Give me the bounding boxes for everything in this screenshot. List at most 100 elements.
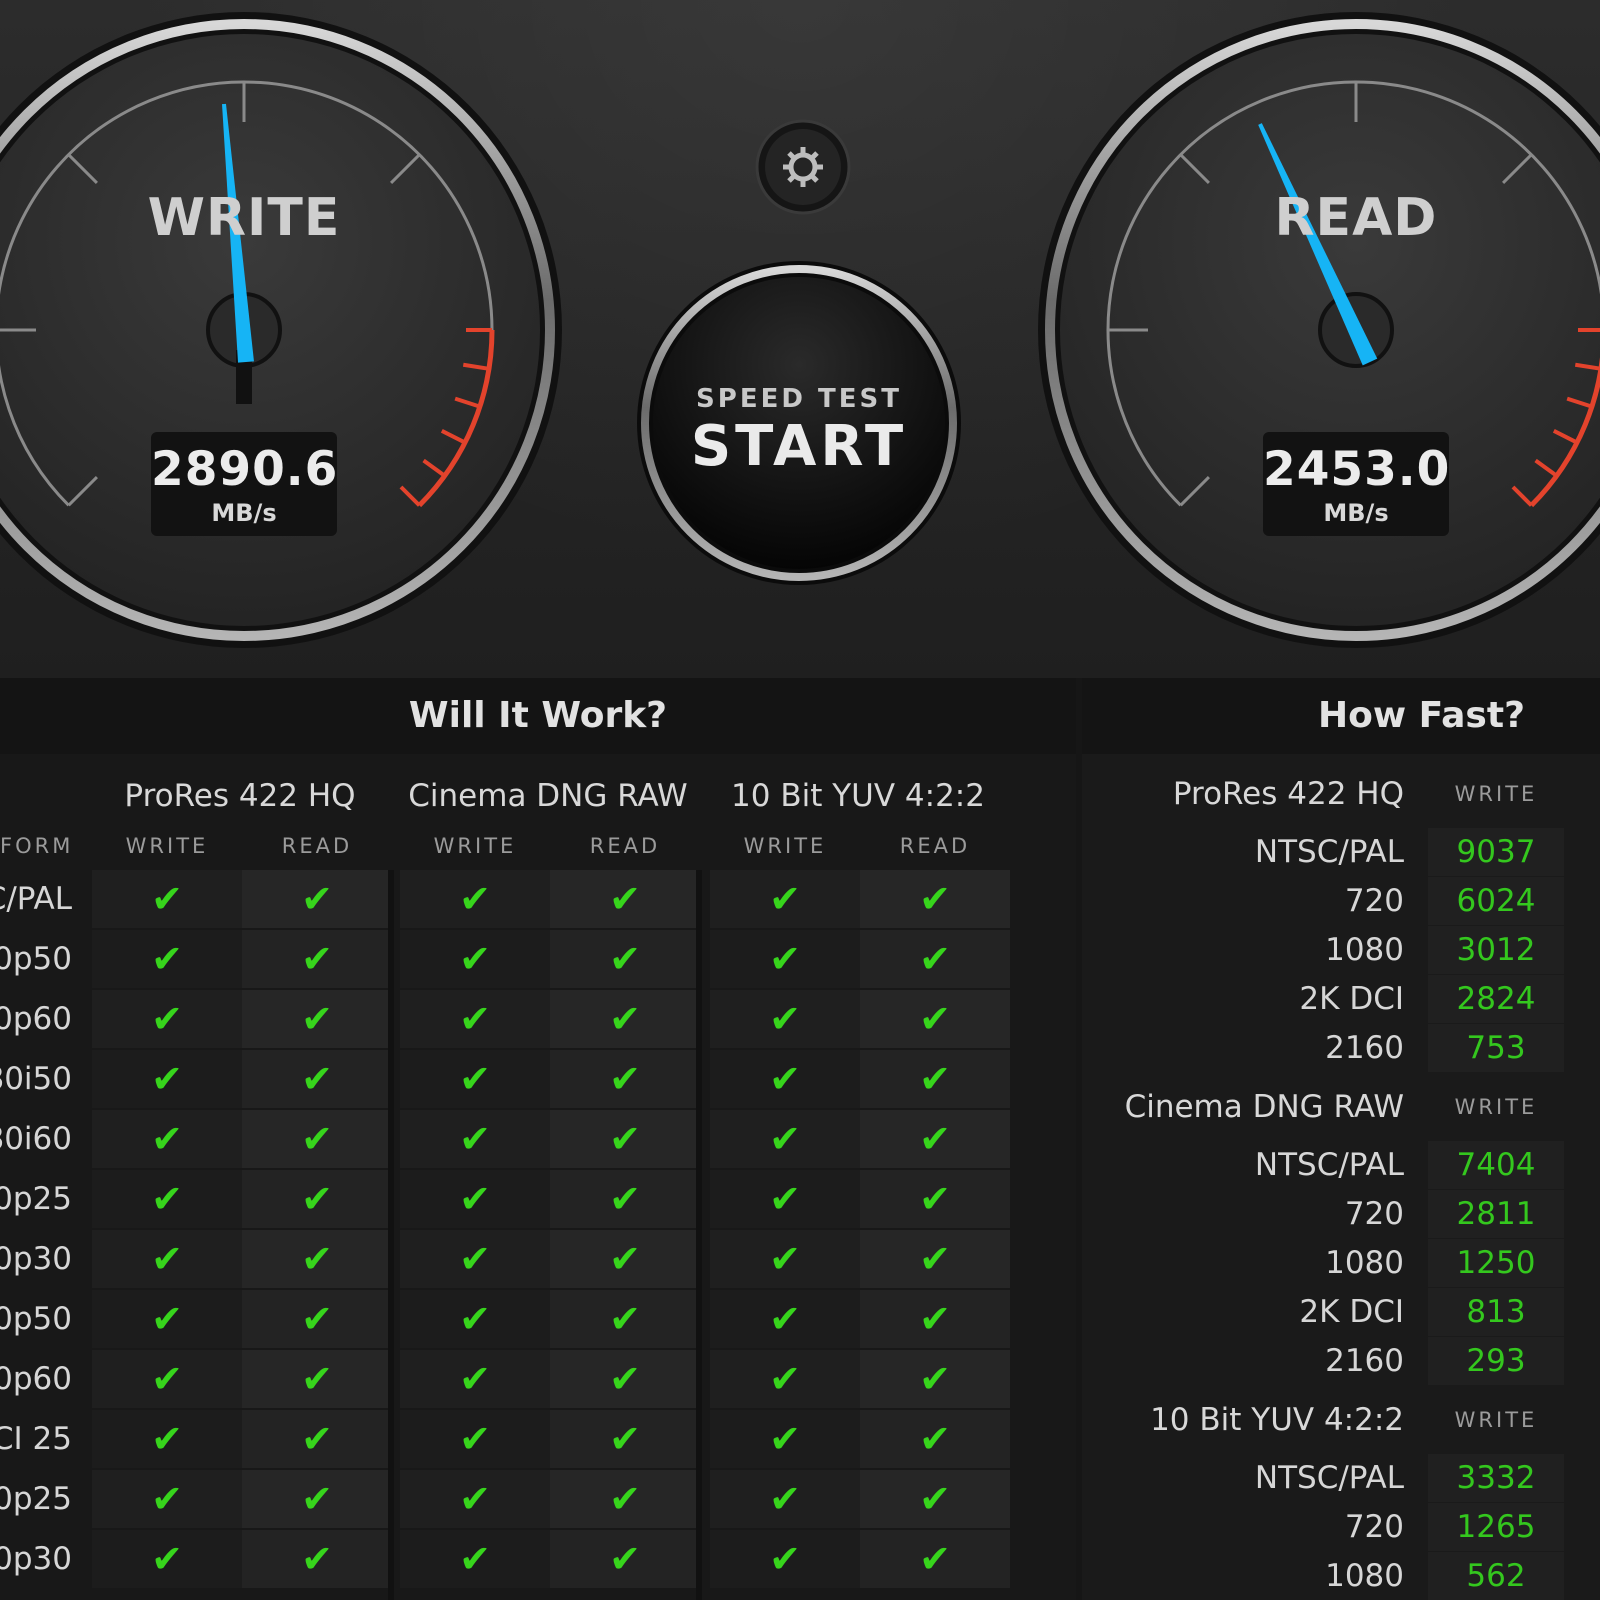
check-icon: ✔	[710, 1110, 860, 1168]
how-fast-write-header: WRITE	[1454, 1408, 1538, 1432]
settings-button[interactable]	[758, 122, 848, 212]
how-fast-row-label: 720	[1344, 883, 1404, 919]
format-row-label: 0p50	[0, 941, 72, 977]
how-fast-group-title: ProRes 422 HQ	[1172, 776, 1404, 812]
check-icon: ✔	[242, 1230, 392, 1288]
how-fast-row-label: 720	[1344, 1196, 1404, 1232]
how-fast-row-label: 1080	[1325, 932, 1404, 968]
speed-test-start-button[interactable]: SPEED TEST START	[638, 262, 960, 584]
check-icon: ✔	[400, 1050, 550, 1108]
check-icon: ✔	[400, 1230, 550, 1288]
check-icon: ✔	[92, 1530, 242, 1588]
format-row-label: 0p25	[0, 1481, 72, 1517]
format-row-label: 0p50	[0, 1301, 72, 1337]
how-fast-row-label: 1080	[1325, 1558, 1404, 1594]
group-header-cinema-dng: Cinema DNG RAW	[408, 778, 688, 814]
how-fast-frame-rate: 753	[1428, 1024, 1564, 1072]
start-button-label: START	[690, 414, 908, 479]
check-icon: ✔	[860, 1050, 1010, 1108]
format-column-header: FORMAT	[0, 834, 72, 858]
read-column-header: READ	[899, 834, 971, 858]
write-speed-unit: MB/s	[211, 499, 277, 527]
read-speed-unit: MB/s	[1323, 499, 1389, 527]
results-area: Will It Work? ProRes 422 HQ Cinema DNG R…	[0, 678, 1600, 1600]
write-readout: 2890.6 MB/s	[151, 432, 337, 536]
how-fast-frame-rate: 1265	[1428, 1503, 1564, 1551]
how-fast-frame-rate: 6024	[1428, 877, 1564, 925]
check-icon: ✔	[92, 1350, 242, 1408]
check-icon: ✔	[242, 1410, 392, 1468]
check-icon: ✔	[550, 990, 700, 1048]
check-icon: ✔	[710, 1350, 860, 1408]
how-fast-write-header: WRITE	[1454, 782, 1538, 806]
how-fast-panel: How Fast? ProRes 422 HQ WRITE NTSC/PAL 9037…	[1082, 678, 1600, 1600]
check-icon: ✔	[92, 1290, 242, 1348]
write-column-header: WRITE	[125, 834, 209, 858]
how-fast-frame-rate: 293	[1428, 1337, 1564, 1385]
format-row-label: 80i50	[0, 1061, 72, 1097]
check-icon: ✔	[710, 1530, 860, 1588]
how-fast-row-label: 2K DCI	[1299, 981, 1404, 1017]
check-icon: ✔	[860, 1110, 1010, 1168]
read-gauge	[1038, 12, 1600, 648]
how-fast-frame-rate: 2824	[1428, 975, 1564, 1023]
check-icon: ✔	[400, 1530, 550, 1588]
read-readout: 2453.0 MB/s	[1263, 432, 1449, 536]
how-fast-group-title: 10 Bit YUV 4:2:2	[1150, 1402, 1404, 1438]
start-button-sublabel: SPEED TEST	[696, 384, 902, 414]
check-icon: ✔	[860, 1350, 1010, 1408]
read-column-header: READ	[281, 834, 353, 858]
format-row-label: 0p60	[0, 1361, 72, 1397]
check-icon: ✔	[860, 1170, 1010, 1228]
check-icon: ✔	[860, 1230, 1010, 1288]
how-fast-title: How Fast?	[1082, 678, 1600, 754]
group-header-yuv: 10 Bit YUV 4:2:2	[731, 778, 985, 814]
how-fast-row-label: 1080	[1325, 1245, 1404, 1281]
check-icon: ✔	[860, 990, 1010, 1048]
check-icon: ✔	[550, 1230, 700, 1288]
check-icon: ✔	[550, 1110, 700, 1168]
how-fast-frame-rate: 2811	[1428, 1190, 1564, 1238]
check-icon: ✔	[860, 1290, 1010, 1348]
how-fast-row-label: NTSC/PAL	[1254, 1147, 1404, 1183]
check-icon: ✔	[242, 1050, 392, 1108]
will-it-work-panel: Will It Work? ProRes 422 HQ Cinema DNG R…	[0, 678, 1076, 1600]
read-speed-value: 2453.0	[1263, 442, 1451, 497]
check-icon: ✔	[550, 870, 700, 928]
will-it-work-title: Will It Work?	[0, 678, 1076, 754]
check-icon: ✔	[92, 990, 242, 1048]
check-icon: ✔	[860, 1470, 1010, 1528]
read-column-header: READ	[589, 834, 661, 858]
how-fast-write-header: WRITE	[1454, 1095, 1538, 1119]
check-icon: ✔	[710, 1050, 860, 1108]
check-icon: ✔	[92, 1470, 242, 1528]
format-row-label: CI 25	[0, 1421, 72, 1457]
check-icon: ✔	[710, 1170, 860, 1228]
how-fast-row-label: 720	[1344, 1509, 1404, 1545]
format-row-label: C/PAL	[0, 881, 72, 917]
check-icon: ✔	[400, 1470, 550, 1528]
check-icon: ✔	[92, 1050, 242, 1108]
check-icon: ✔	[550, 930, 700, 988]
how-fast-row-label: 2160	[1325, 1030, 1404, 1066]
how-fast-row-label: 2160	[1325, 1343, 1404, 1379]
compatibility-grid: ✔ ✔ ✔ ✔ ✔ ✔ ✔ ✔ ✔ ✔ ✔ ✔ ✔ ✔ ✔ ✔ ✔ ✔ ✔ ✔ ✔ ✔ ✔ ✔ ✔ ✔ ✔ ✔ ✔ ✔ ✔ ✔ ✔ ✔ ✔ ✔ ✔ ✔ ✔ ✔…	[92, 870, 1016, 1600]
check-icon: ✔	[550, 1290, 700, 1348]
write-speed-value: 2890.6	[151, 442, 339, 497]
check-icon: ✔	[860, 870, 1010, 928]
write-column-header: WRITE	[433, 834, 517, 858]
check-icon: ✔	[710, 930, 860, 988]
check-icon: ✔	[400, 930, 550, 988]
check-icon: ✔	[242, 870, 392, 928]
how-fast-frame-rate: 562	[1428, 1552, 1564, 1600]
check-icon: ✔	[400, 1290, 550, 1348]
check-icon: ✔	[242, 1290, 392, 1348]
check-icon: ✔	[242, 990, 392, 1048]
check-icon: ✔	[242, 1350, 392, 1408]
check-icon: ✔	[92, 1110, 242, 1168]
check-icon: ✔	[550, 1530, 700, 1588]
check-icon: ✔	[710, 1470, 860, 1528]
check-icon: ✔	[860, 1410, 1010, 1468]
how-fast-row-label: 2K DCI	[1299, 1294, 1404, 1330]
how-fast-frame-rate: 7404	[1428, 1141, 1564, 1189]
